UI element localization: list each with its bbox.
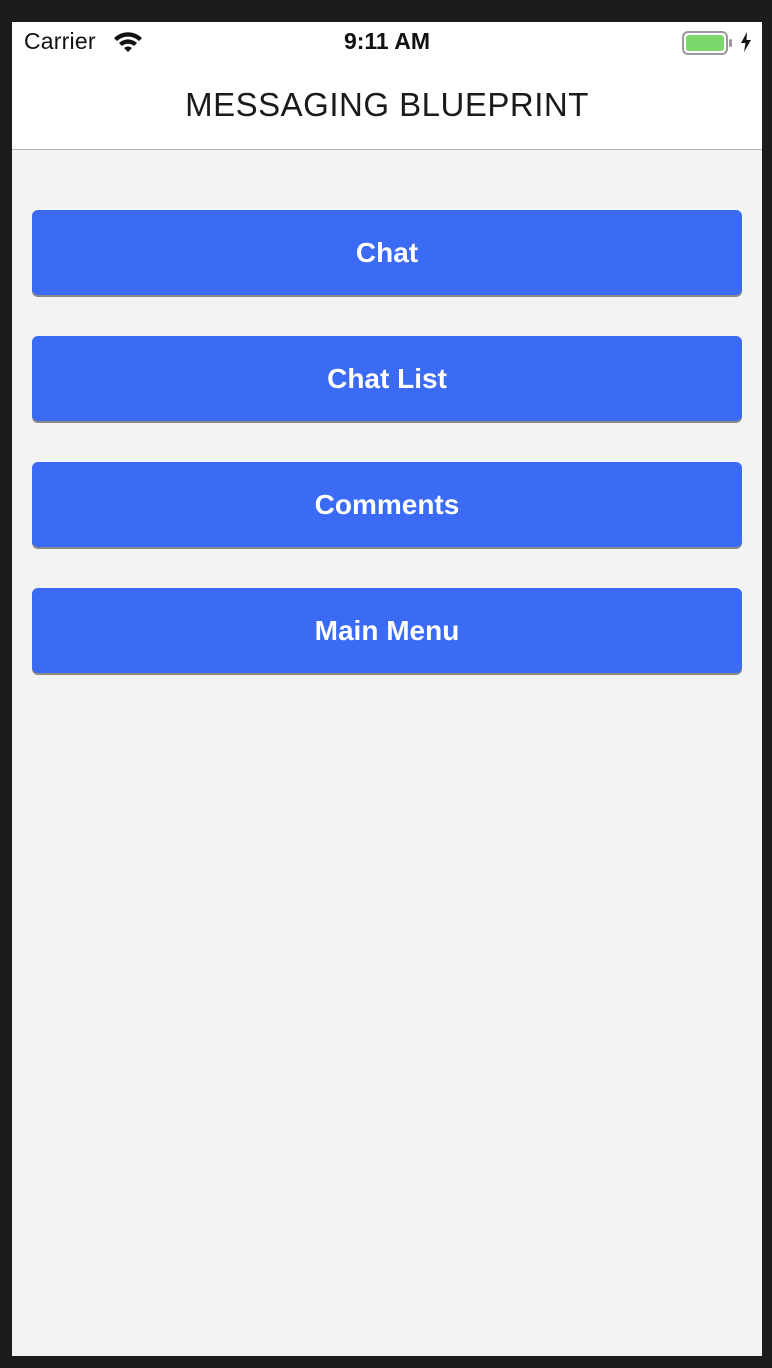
chat-button[interactable]: Chat [32,210,742,295]
charging-bolt-icon [741,32,751,52]
status-time: 9:11 AM [343,28,431,54]
menu-content: Chat Chat List Comments Main Menu [12,150,762,1356]
comments-button[interactable]: Comments [32,462,742,547]
device-frame: Carrier 9:11 AM MESSAGING BLUEPRINT Chat… [0,0,772,1368]
status-bar: Carrier 9:11 AM [12,22,762,62]
chat-list-button[interactable]: Chat List [32,336,742,421]
app-screen: Carrier 9:11 AM MESSAGING BLUEPRINT Chat… [12,22,762,1356]
battery-icon [682,31,732,55]
page-title: MESSAGING BLUEPRINT [185,86,589,123]
navigation-bar: MESSAGING BLUEPRINT [12,62,762,150]
main-menu-button[interactable]: Main Menu [32,588,742,673]
